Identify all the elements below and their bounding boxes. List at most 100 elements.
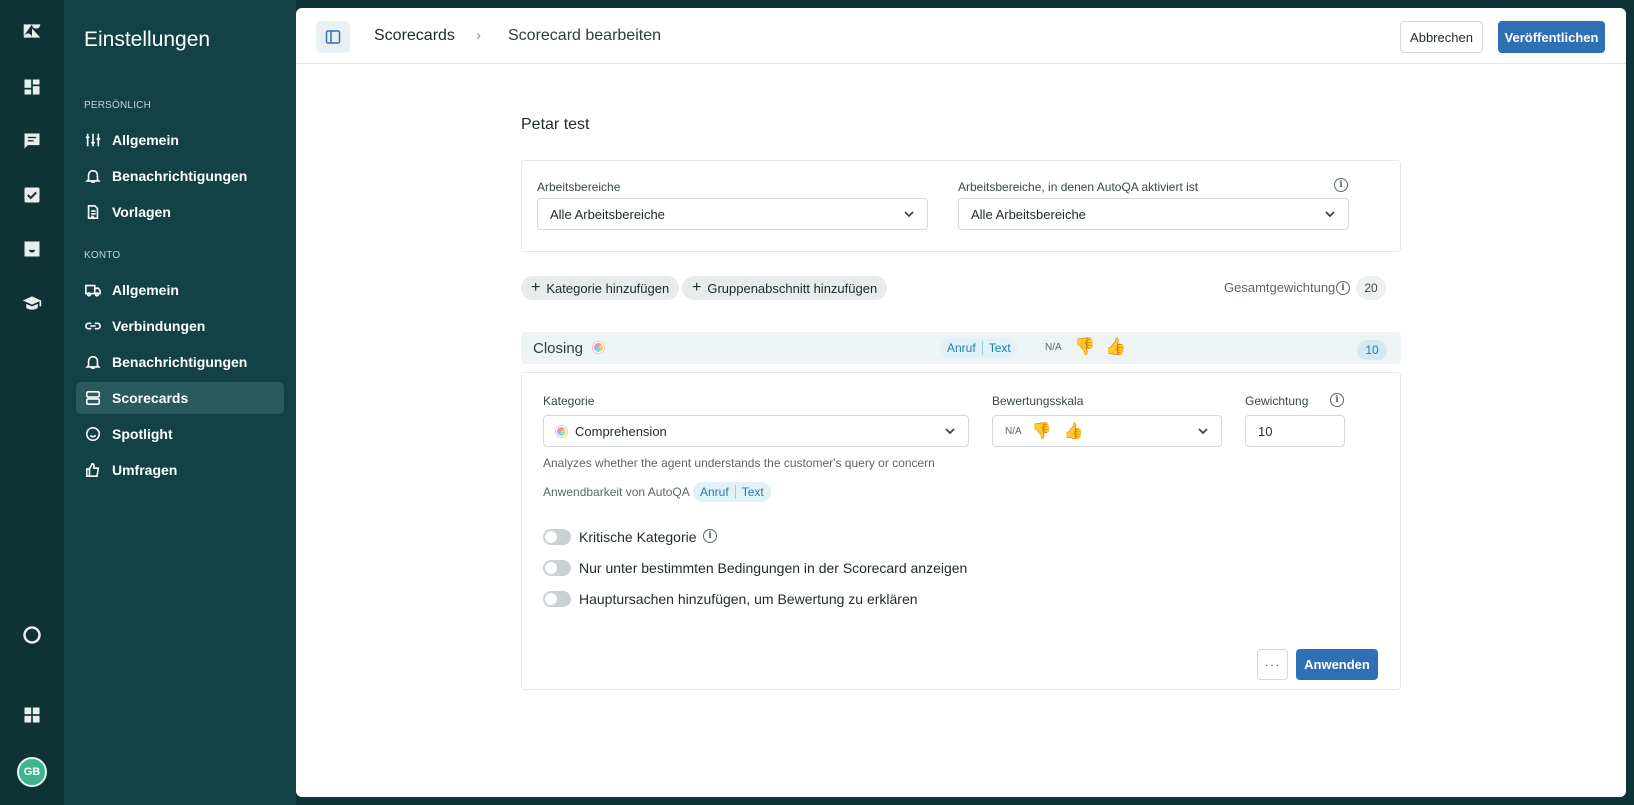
bell-icon [84,353,102,371]
sidebar-item-label: Vorlagen [112,204,171,220]
smiley-icon [84,425,102,443]
total-weight-value: 20 [1356,276,1386,300]
workspaces-card: Arbeitsbereiche Alle Arbeitsbereiche Arb… [521,160,1401,252]
sidebar-item-label: Allgemein [112,132,179,148]
weight-input[interactable]: 10 [1245,415,1345,447]
sidebar-item-personal-notifications[interactable]: Benachrichtigungen [76,160,284,192]
channel-tags: Anruf Text [940,338,1018,358]
top-bar: Scorecards › Scorecard bearbeiten Abbrec… [296,8,1626,64]
info-icon[interactable]: i [703,529,717,543]
root-causes-toggle[interactable] [543,591,571,607]
critical-category-toggle[interactable] [543,529,571,545]
add-group-button[interactable]: + Gruppenabschnitt hinzufügen [682,276,888,300]
chevron-down-icon [1197,425,1209,437]
main-panel: Scorecards › Scorecard bearbeiten Abbrec… [296,8,1626,797]
sliders-icon [84,131,102,149]
sidebar-item-account-notifications[interactable]: Benachrichtigungen [76,346,284,378]
info-icon[interactable]: i [1336,281,1350,295]
autoqa-workspaces-label: Arbeitsbereiche, in denen AutoQA aktivie… [958,180,1199,194]
info-icon[interactable]: i [1334,178,1348,192]
thumbs-down-icon: 👎 [1031,423,1052,440]
plus-icon: + [692,279,702,296]
avatar[interactable]: GB [17,757,47,787]
tag-text: Text [741,485,764,499]
conditional-display-toggle[interactable] [543,560,571,576]
autoqa-workspaces-select[interactable]: Alle Arbeitsbereiche [958,198,1349,230]
category-name: Closing [533,340,605,357]
sidebar-item-connections[interactable]: Verbindungen [76,310,284,342]
sidebar-item-account-general[interactable]: Allgemein [76,274,284,306]
breadcrumb-scorecards[interactable]: Scorecards [374,27,455,45]
truck-icon [84,281,102,299]
chevron-down-icon [1324,208,1336,220]
inbox-icon[interactable] [20,237,44,261]
conditional-display-label: Nur unter bestimmten Bedingungen in der … [579,560,968,576]
rating-na: N/A [1005,425,1022,437]
more-options-button[interactable]: ··· [1257,649,1288,680]
cancel-button[interactable]: Abbrechen [1400,21,1483,53]
document-icon [84,203,102,221]
sidebar-item-templates[interactable]: Vorlagen [76,196,284,228]
section-personal: PERSÖNLICH [84,100,152,111]
root-causes-label: Hauptursachen hinzufügen, um Bewertung z… [579,591,918,607]
sidebar-item-label: Spotlight [112,426,173,442]
publish-button[interactable]: Veröffentlichen [1498,21,1605,53]
breadcrumb-chevron-icon: › [476,27,481,44]
category-row-closing[interactable]: Closing Anruf Text N/A 👎 👍 10 [521,332,1401,364]
weight-label: Gewichtung [1245,394,1309,408]
sidebar-item-personal-general[interactable]: Allgemein [76,124,284,156]
academy-icon[interactable] [20,291,44,315]
category-weight-badge: 10 [1357,340,1387,360]
section-account: KONTO [84,250,121,261]
thumbs-up-icon: 👍 [1063,423,1084,440]
autoqa-workspaces-value: Alle Arbeitsbereiche [971,206,1086,222]
add-category-button[interactable]: + Kategorie hinzufügen [521,276,680,300]
sidebar-item-spotlight[interactable]: Spotlight [76,418,284,450]
autoqa-applicability-label: Anwendbarkeit von AutoQA [543,485,690,499]
sidebar-item-label: Benachrichtigungen [112,168,248,184]
category-select[interactable]: Comprehension [543,415,969,447]
workspaces-label: Arbeitsbereiche [537,180,621,194]
rating-scale-select[interactable]: N/A 👎 👍 [992,415,1222,447]
tag-call: Anruf [947,341,976,355]
sidebar-item-surveys[interactable]: Umfragen [76,454,284,486]
workspaces-select[interactable]: Alle Arbeitsbereiche [537,198,928,230]
rating-na: N/A [1045,342,1062,353]
chevron-down-icon [903,208,915,220]
breadcrumb-current: Scorecard bearbeiten [508,27,661,44]
info-icon[interactable]: i [1330,393,1344,407]
category-description: Analyzes whether the agent understands t… [543,456,935,470]
category-detail-panel: Kategorie Comprehension Bewertungsskala … [521,372,1401,690]
autoqa-channel-tags: Anruf Text [693,482,771,502]
critical-category-label: Kritische Kategorie [579,529,697,545]
category-label: Kategorie [543,394,595,408]
sidebar-title: Einstellungen [84,28,211,51]
sidebar-item-label: Benachrichtigungen [112,354,248,370]
chevron-down-icon [944,425,956,437]
rating-scale-label: Bewertungsskala [992,394,1084,408]
plus-icon: + [531,279,541,296]
thumbs-up-icon: 👍 [1105,337,1127,356]
sidebar-item-label: Scorecards [112,390,189,406]
scorecard-icon [84,389,102,407]
total-weight-label: Gesamtgewichtung [1224,280,1336,295]
panel-icon [325,30,341,44]
scorecard-name[interactable]: Petar test [521,116,589,134]
category-color-icon [593,342,605,353]
add-group-label: Gruppenabschnitt hinzufügen [707,280,878,296]
apps-icon[interactable] [20,703,44,727]
tag-text: Text [988,341,1011,355]
help-icon[interactable] [20,623,44,647]
sidebar-toggle-button[interactable] [316,21,350,53]
conversations-icon[interactable] [20,129,44,153]
zendesk-logo-icon[interactable] [20,19,44,43]
tag-call: Anruf [700,485,729,499]
add-category-label: Kategorie hinzufügen [546,280,670,296]
bell-icon [84,167,102,185]
apply-button[interactable]: Anwenden [1296,649,1378,680]
settings-sidebar: Einstellungen PERSÖNLICH Allgemein Benac… [64,0,296,805]
dashboard-icon[interactable] [20,75,44,99]
sidebar-item-label: Umfragen [112,462,178,478]
tasks-icon[interactable] [20,183,44,207]
sidebar-item-scorecards[interactable]: Scorecards [76,382,284,414]
